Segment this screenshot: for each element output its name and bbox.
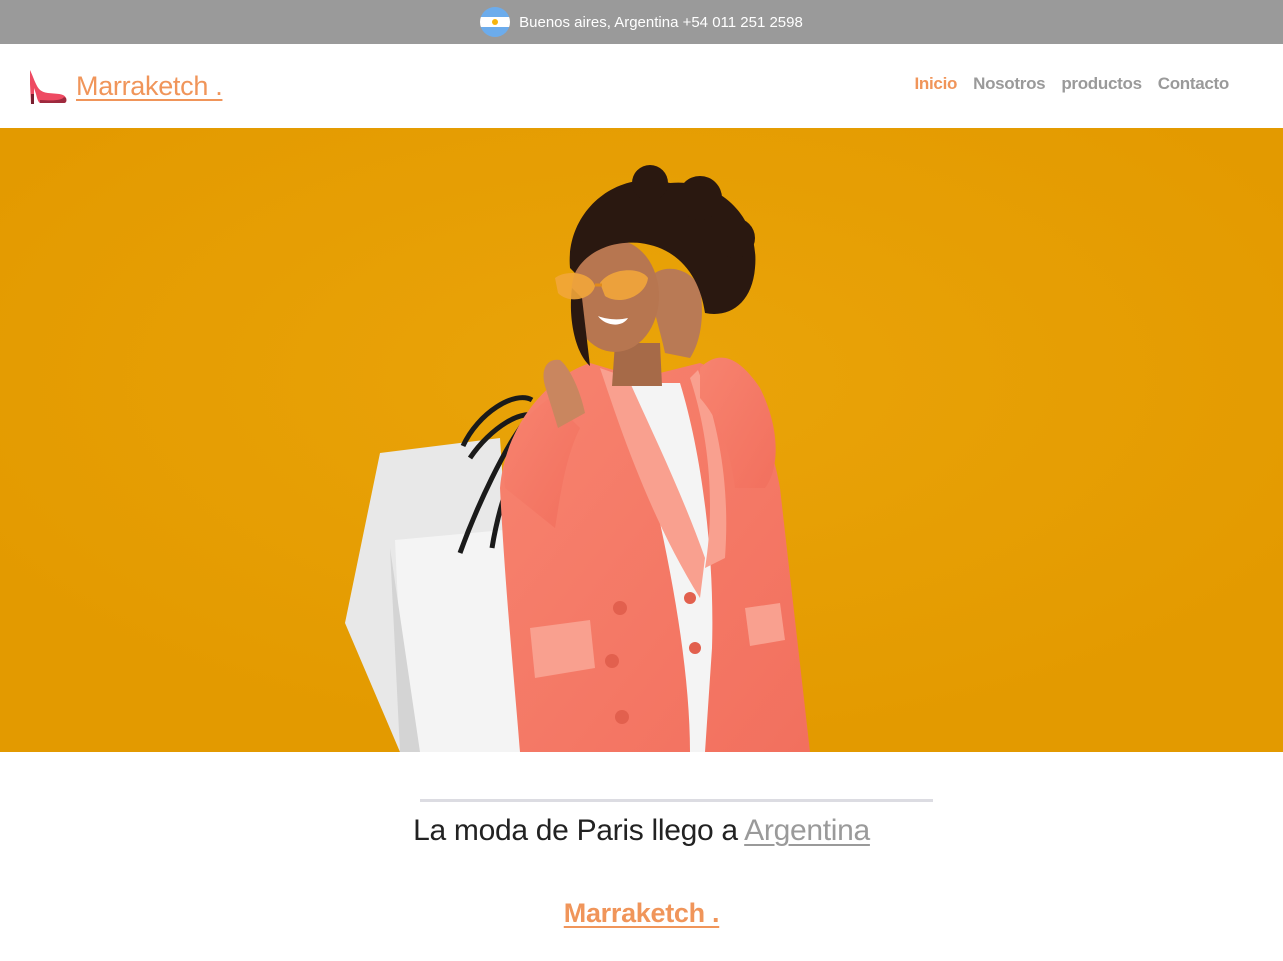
- brand-link[interactable]: Marraketch .: [26, 64, 223, 108]
- contact-text: Buenos aires, Argentina +54 011 251 2598: [519, 13, 803, 31]
- hero-banner: [0, 128, 1283, 752]
- argentina-flag-icon: [480, 7, 511, 37]
- high-heel-shoe-icon: [30, 70, 67, 104]
- nav-item-contacto[interactable]: Contacto: [1158, 74, 1230, 94]
- top-info-bar: Buenos aires, Argentina +54 011 251 2598: [0, 0, 1283, 44]
- brand-name: Marraketch .: [76, 70, 223, 101]
- nav-item-productos[interactable]: productos: [1061, 74, 1142, 94]
- footer-brand-link[interactable]: Marraketch .: [564, 898, 720, 928]
- nav-item-inicio[interactable]: Inicio: [915, 74, 958, 94]
- nav-item-nosotros[interactable]: Nosotros: [973, 74, 1046, 94]
- tagline: La moda de Paris llego a Argentina: [0, 814, 1283, 848]
- footer-brand: Marraketch .: [0, 898, 1283, 929]
- section-divider: [420, 799, 933, 802]
- hero-image: [0, 128, 1283, 752]
- tagline-text: La moda de Paris llego a: [413, 814, 738, 847]
- site-header: Marraketch . Inicio Nosotros productos C…: [0, 44, 1283, 128]
- tagline-argentina-link[interactable]: Argentina: [744, 814, 870, 847]
- main-nav: Inicio Nosotros productos Contacto: [915, 74, 1230, 94]
